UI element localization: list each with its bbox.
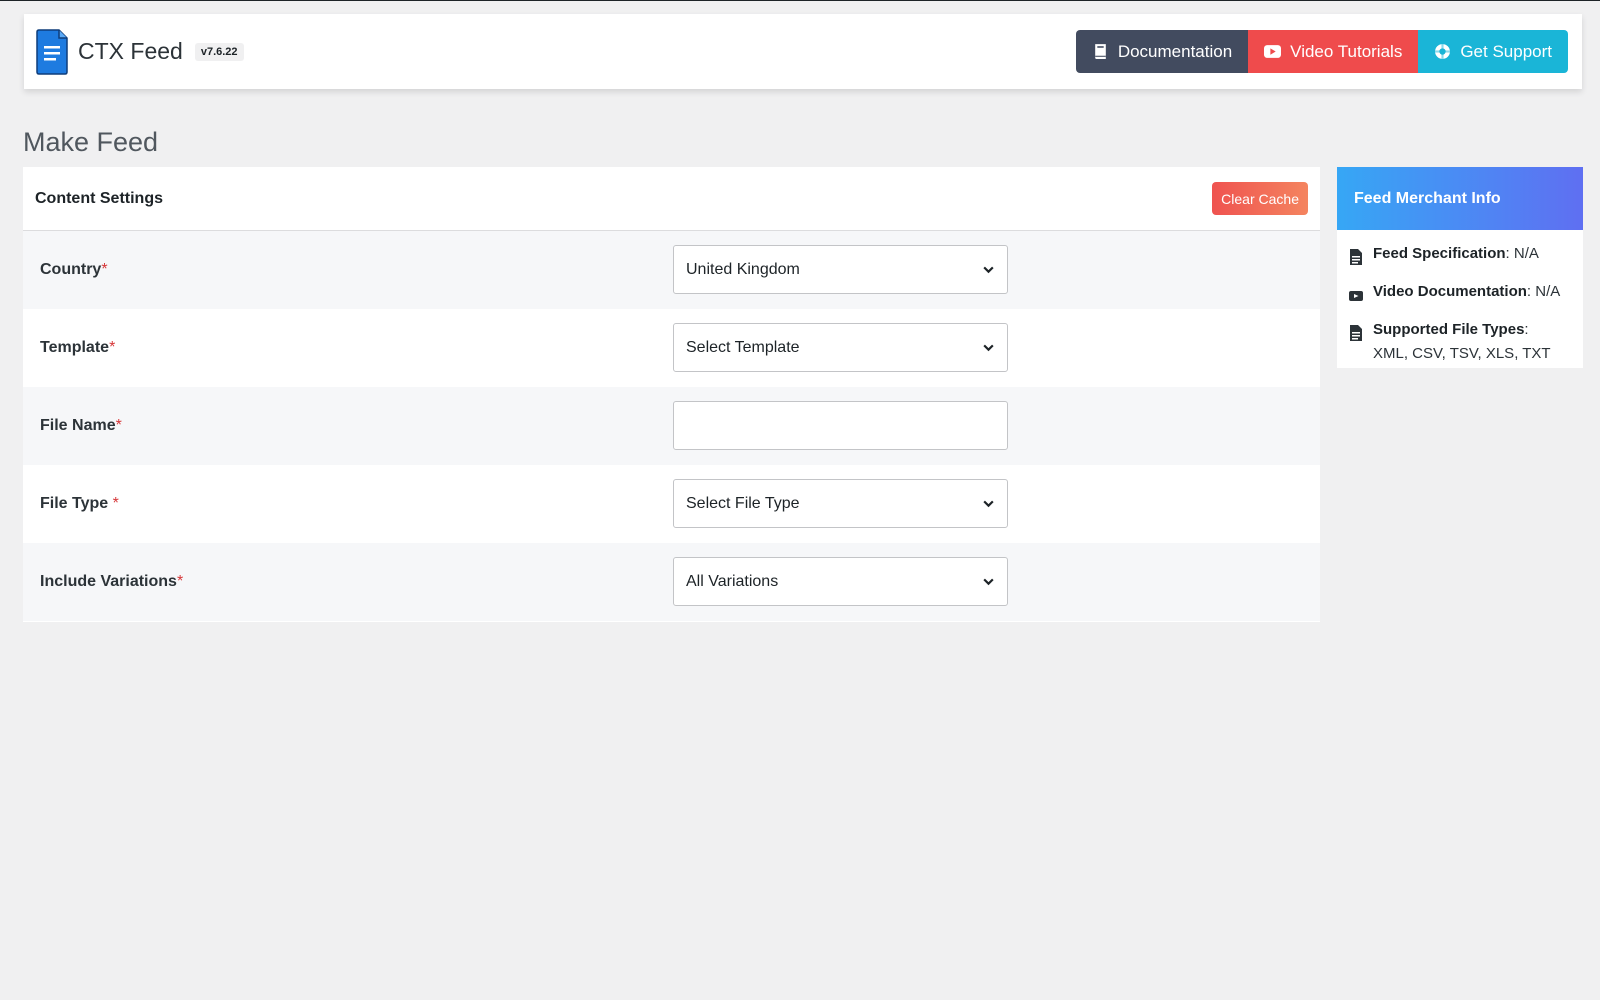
chevron-down-icon	[983, 578, 994, 586]
clear-cache-button[interactable]: Clear Cache	[1212, 182, 1308, 215]
country-value: United Kingdom	[686, 260, 800, 278]
header-buttons: Documentation Video Tutorials Get Suppor…	[1075, 30, 1568, 73]
feed-specification-item: Feed Specification: N/A	[1349, 242, 1571, 266]
file-type-value: Select File Type	[686, 494, 800, 512]
content-settings-header: Content Settings Clear Cache	[23, 167, 1320, 231]
document-icon	[1350, 249, 1362, 265]
feed-merchant-info-title: Feed Merchant Info	[1337, 167, 1583, 230]
include-variations-label: Include Variations*	[40, 573, 184, 590]
documentation-button[interactable]: Documentation	[1075, 30, 1249, 73]
include-variations-value: All Variations	[686, 572, 779, 590]
document-icon	[1350, 325, 1362, 341]
file-name-label: File Name*	[40, 417, 122, 434]
get-support-button[interactable]: Get Support	[1418, 30, 1568, 73]
content-settings-card: Content Settings Clear Cache Country* Un…	[23, 167, 1320, 622]
top-border	[0, 0, 1600, 1]
video-documentation-value: : N/A	[1526, 283, 1561, 300]
country-row: Country* United Kingdom	[23, 231, 1320, 309]
country-label: Country*	[40, 261, 108, 278]
video-icon	[1349, 291, 1363, 301]
get-support-label: Get Support	[1460, 41, 1552, 61]
video-tutorials-label: Video Tutorials	[1290, 41, 1403, 61]
merchant-info-list: Feed Specification: N/A Video Documentat…	[1337, 230, 1583, 366]
video-tutorials-button[interactable]: Video Tutorials	[1248, 30, 1419, 73]
brand: CTX Feed v7.6.22	[36, 28, 244, 76]
book-icon	[1095, 44, 1106, 59]
supported-file-types-value: XML, CSV, TSV, XLS, TXT	[1373, 345, 1551, 362]
video-documentation-item: Video Documentation: N/A	[1349, 280, 1571, 304]
brand-title: CTX Feed	[78, 38, 183, 64]
page-title: Make Feed	[23, 127, 159, 157]
feed-specification-label[interactable]: Feed Specification	[1373, 245, 1506, 262]
template-select[interactable]: Select Template	[673, 323, 1008, 372]
template-label: Template*	[40, 339, 116, 356]
app-header: CTX Feed v7.6.22 Documentation Video Tut…	[24, 14, 1582, 89]
version-badge: v7.6.22	[194, 42, 244, 61]
template-value: Select Template	[686, 338, 800, 356]
include-variations-row: Include Variations* All Variations	[23, 543, 1320, 621]
chevron-down-icon	[983, 500, 994, 508]
file-type-row: File Type * Select File Type	[23, 465, 1320, 543]
video-documentation-label[interactable]: Video Documentation	[1373, 283, 1527, 300]
youtube-icon	[1264, 45, 1282, 58]
feed-merchant-info-card: Feed Merchant Info Feed Specification: N…	[1337, 167, 1583, 368]
supported-file-types-label: Supported File Types	[1373, 321, 1525, 338]
feed-specification-value: : N/A	[1505, 245, 1539, 262]
file-type-select[interactable]: Select File Type	[673, 479, 1008, 528]
content-settings-title: Content Settings	[35, 189, 163, 207]
file-name-row: File Name*	[23, 387, 1320, 465]
support-icon	[1435, 44, 1451, 59]
chevron-down-icon	[983, 344, 994, 352]
country-select[interactable]: United Kingdom	[673, 245, 1008, 294]
file-name-input[interactable]	[673, 401, 1008, 450]
supported-file-types-item: Supported File Types: XML, CSV, TSV, XLS,…	[1349, 318, 1571, 366]
template-row: Template* Select Template	[23, 309, 1320, 387]
ctx-feed-logo-icon	[36, 28, 68, 75]
file-type-label: File Type *	[40, 495, 119, 512]
include-variations-select[interactable]: All Variations	[673, 557, 1008, 606]
documentation-label: Documentation	[1117, 41, 1233, 61]
chevron-down-icon	[983, 266, 994, 274]
